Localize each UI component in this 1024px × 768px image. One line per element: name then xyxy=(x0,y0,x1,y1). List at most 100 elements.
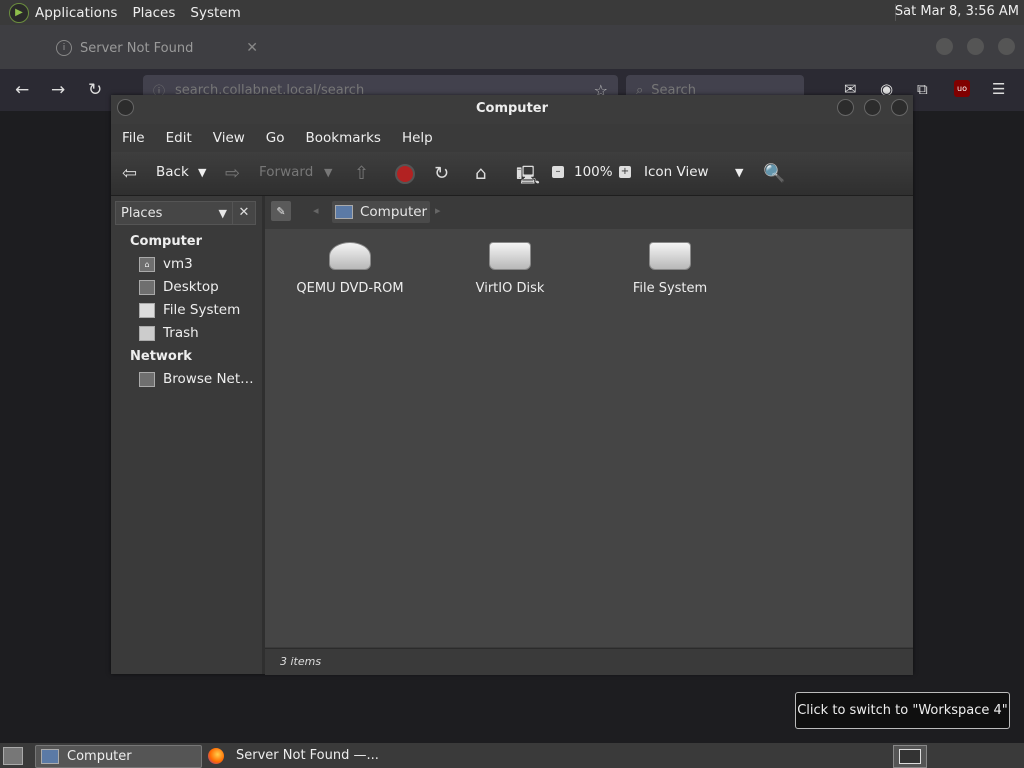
zoom-out-icon[interactable]: – xyxy=(552,166,564,178)
network-icon xyxy=(139,371,155,387)
workspace-window-thumb xyxy=(899,749,921,764)
extensions-icon[interactable]: ⧉ xyxy=(917,80,928,98)
status-bar: 3 items xyxy=(265,648,913,675)
workspace-tooltip: Click to switch to "Workspace 4" xyxy=(795,692,1010,729)
browser-tab-title: Server Not Found xyxy=(80,40,194,56)
minimize-button[interactable] xyxy=(837,99,854,116)
file-item-file-system[interactable]: File System xyxy=(590,242,750,296)
applications-menu[interactable]: Applications xyxy=(35,5,117,21)
browser-back-icon[interactable]: ← xyxy=(15,80,29,100)
magnifier-icon[interactable]: 🔍 xyxy=(763,163,785,184)
stop-icon[interactable] xyxy=(395,164,415,184)
workspace-switcher[interactable] xyxy=(893,745,927,768)
system-menu[interactable]: System xyxy=(190,5,240,21)
file-manager-window: Computer File Edit View Go Bookmarks Hel… xyxy=(111,95,913,675)
taskbar-item-computer[interactable]: Computer xyxy=(35,745,202,768)
sidebar-item-desktop[interactable]: Desktop xyxy=(139,279,219,295)
browser-reload-icon[interactable]: ↻ xyxy=(88,80,102,100)
file-item-label: File System xyxy=(632,281,708,296)
edit-menu[interactable]: Edit xyxy=(166,130,192,146)
view-menu[interactable]: View xyxy=(213,130,245,146)
sidebar-selector[interactable]: Places ▼ xyxy=(115,201,233,225)
sidebar-item-vm3[interactable]: ⌂ vm3 xyxy=(139,256,193,272)
arrow-right-icon: ⇨ xyxy=(225,163,241,184)
top-panel: ▶ Applications Places System Sat Mar 8, … xyxy=(0,0,1024,25)
bookmarks-menu[interactable]: Bookmarks xyxy=(306,130,381,146)
computer-icon xyxy=(335,205,353,219)
clock[interactable]: Sat Mar 8, 3:56 AM xyxy=(895,4,1019,19)
file-item-label: VirtIO Disk xyxy=(475,281,545,296)
help-menu[interactable]: Help xyxy=(402,130,433,146)
info-icon: i xyxy=(56,40,72,56)
computer-icon[interactable]: 🖳 xyxy=(516,163,540,193)
window-title: Computer xyxy=(475,101,549,116)
close-button[interactable] xyxy=(998,38,1015,55)
desktop-folder-icon xyxy=(139,279,155,295)
view-mode-dropdown-icon[interactable]: ▼ xyxy=(735,166,743,179)
window-titlebar[interactable]: Computer xyxy=(111,95,913,124)
sidebar-item-label: Browse Net… xyxy=(163,371,254,387)
crumb-right-icon[interactable]: ▸ xyxy=(435,204,441,217)
close-tab-icon[interactable]: ✕ xyxy=(246,40,258,56)
hard-drive-icon xyxy=(489,242,531,270)
sidebar: Places ▼ ✕ Computer ⌂ vm3 Desktop File S… xyxy=(111,196,265,674)
toolbar: ⇦ Back ▼ ⇨ Forward ▼ ⇧ ↻ ⌂ 🖳 – 100% + Ic… xyxy=(111,152,913,196)
view-mode-select[interactable]: Icon View xyxy=(644,164,709,180)
file-view[interactable]: QEMU DVD-ROM VirtIO Disk File System xyxy=(265,229,913,647)
home-folder-icon[interactable]: ⌂ xyxy=(475,163,486,184)
reload-icon[interactable]: ↻ xyxy=(434,163,449,184)
sidebar-item-label: vm3 xyxy=(163,256,193,272)
taskbar-item-label: Server Not Found —... xyxy=(236,748,379,763)
sidebar-header-computer: Computer xyxy=(130,234,203,249)
optical-drive-icon xyxy=(329,242,371,270)
show-desktop-icon[interactable] xyxy=(3,747,23,765)
minimize-button[interactable] xyxy=(936,38,953,55)
arrow-left-icon[interactable]: ⇦ xyxy=(122,163,137,184)
go-menu[interactable]: Go xyxy=(266,130,285,146)
file-menu[interactable]: File xyxy=(122,130,145,146)
edit-location-icon[interactable]: ✎ xyxy=(271,201,291,221)
sidebar-item-label: File System xyxy=(163,302,241,318)
sidebar-item-trash[interactable]: Trash xyxy=(139,325,199,341)
forward-button: Forward xyxy=(259,164,314,180)
hamburger-menu-icon[interactable]: ☰ xyxy=(992,80,1005,98)
places-menu[interactable]: Places xyxy=(132,5,175,21)
close-button[interactable] xyxy=(891,99,908,116)
maximize-button[interactable] xyxy=(864,99,881,116)
sidebar-item-browse-network[interactable]: Browse Net… xyxy=(139,371,254,387)
hard-drive-icon xyxy=(649,242,691,270)
firefox-icon xyxy=(208,747,224,764)
zoom-level[interactable]: 100% xyxy=(574,164,613,180)
bottom-panel: Computer Server Not Found —... xyxy=(0,743,1024,768)
taskbar-item-label: Computer xyxy=(67,749,132,764)
crumb-left-icon[interactable]: ◂ xyxy=(313,204,319,217)
home-folder-icon: ⌂ xyxy=(139,256,155,272)
drive-icon xyxy=(139,302,155,318)
breadcrumb[interactable]: Computer xyxy=(332,201,431,223)
chevron-down-icon: ▼ xyxy=(218,206,227,220)
menubar: File Edit View Go Bookmarks Help xyxy=(111,124,913,152)
sidebar-item-label: Desktop xyxy=(163,279,219,295)
taskbar-item-firefox[interactable]: Server Not Found —... xyxy=(203,745,393,766)
status-text: 3 items xyxy=(280,655,322,668)
back-history-dropdown-icon[interactable]: ▼ xyxy=(198,166,206,179)
sidebar-item-file-system[interactable]: File System xyxy=(139,302,240,318)
maximize-button[interactable] xyxy=(967,38,984,55)
file-item-label: QEMU DVD-ROM xyxy=(296,281,404,296)
file-item-virtio-disk[interactable]: VirtIO Disk xyxy=(430,242,590,296)
browser-forward-icon[interactable]: → xyxy=(51,80,65,100)
arrow-up-icon[interactable]: ⇧ xyxy=(354,163,369,184)
file-item-dvd-rom[interactable]: QEMU DVD-ROM xyxy=(270,242,430,296)
sidebar-item-label: Trash xyxy=(163,325,199,341)
zoom-in-icon[interactable]: + xyxy=(619,166,631,178)
distro-logo-icon[interactable]: ▶ xyxy=(9,2,29,23)
back-button[interactable]: Back xyxy=(156,164,189,180)
location-bar: ✎ ◂ Computer ▸ xyxy=(265,196,913,228)
ublock-icon[interactable]: uo xyxy=(954,80,970,97)
forward-history-dropdown-icon: ▼ xyxy=(324,166,333,179)
sidebar-header-network: Network xyxy=(130,349,192,364)
browser-tab[interactable]: i Server Not Found ✕ xyxy=(42,31,272,65)
close-sidebar-icon[interactable]: ✕ xyxy=(232,201,256,225)
sidebar-selector-label: Places xyxy=(121,205,163,221)
computer-icon xyxy=(41,749,59,764)
